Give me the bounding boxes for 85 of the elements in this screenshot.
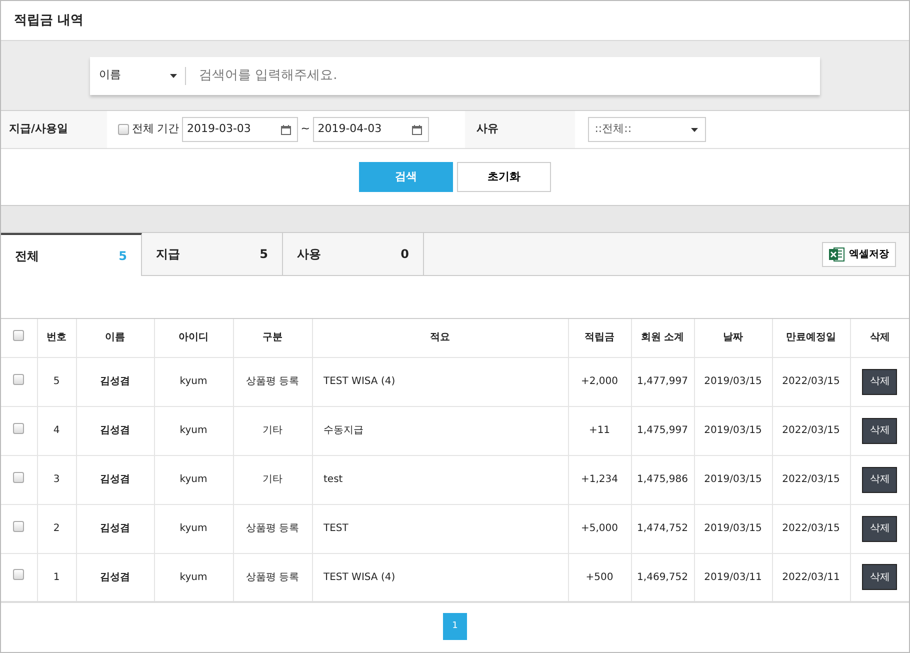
search-field[interactable]: 검색어를 입력해주세요. <box>197 64 820 86</box>
row-checkbox[interactable] <box>13 422 24 434</box>
table-cell: 2022/03/11 <box>772 553 850 602</box>
column-header: 날짜 <box>694 319 772 357</box>
table-cell: 3 <box>37 455 76 504</box>
select-all-checkbox[interactable] <box>13 330 24 341</box>
table-cell: 1,469,752 <box>631 553 694 602</box>
table-cell: 1,475,997 <box>631 406 694 455</box>
table-cell: kyum <box>154 406 233 455</box>
table-cell: 1 <box>37 553 76 602</box>
table-cell: 5 <box>37 357 76 406</box>
row-checkbox[interactable] <box>13 569 24 580</box>
row-checkbox[interactable] <box>13 520 24 532</box>
table-cell: 상품평 등록 <box>233 504 312 553</box>
table-cell: 4 <box>37 406 76 455</box>
table-cell: 김성겸 <box>76 357 154 406</box>
table-cell: 기타 <box>233 406 312 455</box>
caret-icon <box>690 128 698 132</box>
page-title: 적립금 내역 <box>14 12 84 30</box>
table-cell: kyum <box>154 553 233 602</box>
column-header: 이름 <box>76 319 154 357</box>
date-field[interactable]: 2019-03-03 <box>182 117 298 142</box>
table-cell: 기타 <box>233 455 312 504</box>
table-cell: TEST WISA (4) <box>312 553 568 602</box>
table-cell: 2019/03/15 <box>694 357 772 406</box>
row-checkbox[interactable] <box>13 472 24 482</box>
table-cell: 상품평 등록 <box>233 357 312 406</box>
table-cell: 2022/03/15 <box>772 504 850 553</box>
spreadsheet-icon <box>829 246 845 262</box>
table-cell: 김성겸 <box>76 504 154 553</box>
table-cell: 2019/03/15 <box>694 455 772 504</box>
delete-button[interactable]: 삭제 <box>862 564 898 590</box>
column-header: 번호 <box>37 319 76 357</box>
table-cell: 2019/03/15 <box>694 504 772 553</box>
table-cell: 김성겸 <box>76 553 154 602</box>
reason-select[interactable]: ::전체:: <box>588 117 706 142</box>
row-checkbox[interactable] <box>13 374 24 384</box>
column-header: 회원 소계 <box>631 319 694 357</box>
table-cell: 2022/03/15 <box>772 357 850 406</box>
date-field[interactable]: 2019-04-03 <box>312 117 429 142</box>
table-cell: 2022/03/15 <box>772 455 850 504</box>
table-cell: 수동지급 <box>312 406 568 455</box>
table-cell: TEST WISA (4) <box>312 357 568 406</box>
table-cell: 2022/03/15 <box>772 406 850 455</box>
table-cell: 2019/03/15 <box>694 406 772 455</box>
field-select[interactable]: 이름 <box>90 66 186 84</box>
table-cell: TEST <box>312 504 568 553</box>
column-header: 적립금 <box>568 319 631 357</box>
table-cell: +500 <box>568 553 631 602</box>
column-header: 적요 <box>312 319 568 357</box>
delete-button[interactable]: 삭제 <box>862 466 898 492</box>
table-cell: kyum <box>154 504 233 553</box>
column-header: 구분 <box>233 319 312 357</box>
table-cell: 김성겸 <box>76 406 154 455</box>
table-cell: 김성겸 <box>76 455 154 504</box>
table-cell: +2,000 <box>568 357 631 406</box>
table-cell: test <box>312 455 568 504</box>
table-cell: +5,000 <box>568 504 631 553</box>
table-cell: kyum <box>154 455 233 504</box>
table-cell: kyum <box>154 357 233 406</box>
calendar-icon <box>281 124 291 134</box>
column-header: 삭제 <box>850 319 909 357</box>
table-cell: +11 <box>568 406 631 455</box>
table-cell: 2 <box>37 504 76 553</box>
date-separator: ~ <box>300 121 310 138</box>
table-cell: 2019/03/11 <box>694 553 772 602</box>
table-cell: 1,474,752 <box>631 504 694 553</box>
delete-button[interactable]: 삭제 <box>862 516 898 542</box>
reset-button[interactable]: 초기화 <box>457 162 551 192</box>
caret-icon <box>170 74 177 78</box>
search-bar[interactable]: 이름 검색어를 입력해주세요. <box>90 56 820 94</box>
filter-label: 사유 <box>464 111 575 148</box>
column-header: 아이디 <box>154 319 233 357</box>
table-cell: +1,234 <box>568 455 631 504</box>
table-cell: 1,475,986 <box>631 455 694 504</box>
tab[interactable]: 전체 5 <box>1 233 142 276</box>
all-period-checkbox[interactable]: 전체 기간 <box>118 121 180 138</box>
column-header: 만료예정일 <box>772 319 850 357</box>
table-cell: 1,477,997 <box>631 357 694 406</box>
excel-button[interactable]: 엑셀저장 <box>822 242 896 266</box>
filter-label: 지급/사용일 <box>1 111 107 148</box>
table-cell: 상품평 등록 <box>233 553 312 602</box>
delete-button[interactable]: 삭제 <box>862 368 898 394</box>
delete-button[interactable]: 삭제 <box>862 418 898 444</box>
calendar-icon <box>412 124 422 134</box>
